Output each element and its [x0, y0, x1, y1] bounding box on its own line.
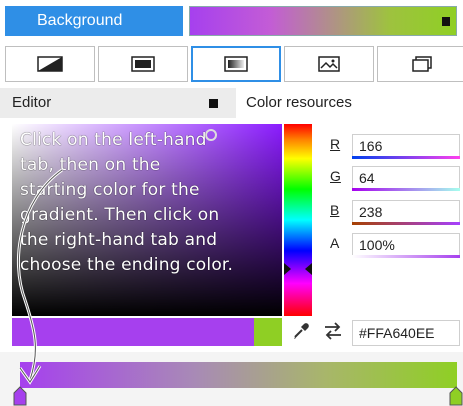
annotation-line: gradient. Then click on: [20, 205, 220, 225]
no-brush-icon: [37, 56, 63, 72]
tab-color-resources[interactable]: Color resources: [236, 88, 463, 118]
linear-gradient-icon: [224, 56, 248, 72]
tab-editor[interactable]: Editor: [0, 88, 236, 118]
channel-a-input[interactable]: 100%: [352, 233, 460, 257]
solid-brush-icon: [131, 56, 155, 72]
current-color-swatch: [12, 318, 254, 346]
hue-slider[interactable]: [284, 124, 312, 316]
annotation-line: Click on the left-hand: [20, 130, 207, 150]
gradient-brush-button[interactable]: [191, 46, 281, 82]
instruction-annotation: Click on the left-hand tab, then on the …: [20, 128, 288, 278]
editor-tab-row: Editor Color resources: [0, 88, 463, 118]
channel-r: R 166: [330, 134, 460, 159]
tab-editor-label: Editor: [12, 94, 52, 111]
brush-type-row: [0, 46, 463, 84]
gradient-stop-start[interactable]: [13, 386, 27, 406]
channel-g-input[interactable]: 64: [352, 166, 460, 190]
channel-b-label: B: [330, 202, 340, 218]
channel-g-label: G: [330, 168, 341, 184]
gradient-bar[interactable]: [20, 362, 457, 388]
previous-color-swatch[interactable]: [254, 318, 282, 346]
annotation-line: starting color for the: [20, 180, 200, 200]
background-label[interactable]: Background: [5, 6, 183, 36]
resource-brush-icon: [412, 56, 432, 72]
swap-icon[interactable]: [323, 322, 343, 340]
annotation-line: the right-hand tab and: [20, 230, 218, 250]
hex-input[interactable]: #FFA640EE: [352, 320, 460, 346]
channel-r-label: R: [330, 136, 341, 152]
image-brush-icon: [318, 56, 340, 72]
tab-color-resources-label: Color resources: [246, 94, 352, 111]
background-brush-swatch[interactable]: [189, 6, 457, 36]
channel-a: A 100%: [330, 233, 460, 258]
eyedropper-icon[interactable]: [292, 322, 310, 340]
annotation-line: choose the ending color.: [20, 255, 234, 275]
channel-g: G 64: [330, 166, 460, 191]
image-brush-button[interactable]: [284, 46, 374, 82]
channel-g-bar[interactable]: [352, 188, 460, 191]
no-brush-button[interactable]: [5, 46, 95, 82]
resource-brush-button[interactable]: [377, 46, 463, 82]
channel-b: B 238: [330, 200, 460, 225]
channel-a-bar[interactable]: [352, 255, 460, 258]
channel-a-label: A: [330, 235, 340, 251]
hue-slider-right-arrow-icon[interactable]: [305, 263, 312, 275]
channel-r-input[interactable]: 166: [352, 134, 460, 158]
background-property-row: Background: [0, 0, 463, 42]
gradient-stop-end[interactable]: [449, 386, 463, 406]
channel-r-bar[interactable]: [352, 156, 460, 159]
channel-b-input[interactable]: 238: [352, 200, 460, 224]
channel-b-bar[interactable]: [352, 222, 460, 225]
square-icon[interactable]: [209, 99, 218, 108]
annotation-line: tab, then on the: [20, 155, 161, 175]
solid-brush-button[interactable]: [98, 46, 188, 82]
advanced-options-icon[interactable]: [442, 17, 450, 26]
